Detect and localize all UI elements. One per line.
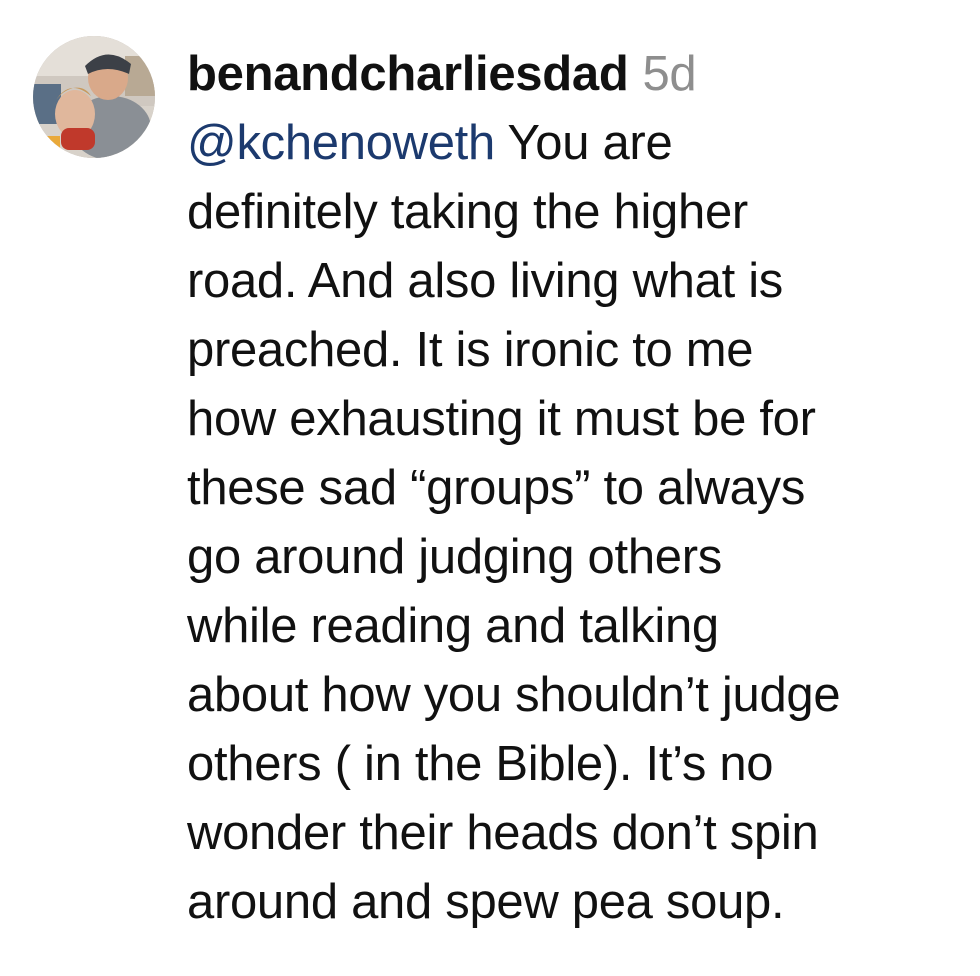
comment-header: benandcharliesdad 5d [187, 40, 967, 109]
comment-body: benandcharliesdad 5d @kchenoweth You are … [187, 40, 967, 937]
comment-text-line: definitely taking the higher [187, 185, 748, 239]
comment-text-line: preached. It is ironic to me [187, 323, 754, 377]
comment-text-line: about how you shouldn’t judge [187, 668, 841, 722]
comment-text-line: these sad “groups” to always [187, 461, 806, 515]
mention-link[interactable]: @kchenoweth [187, 116, 495, 170]
comment-text-line: others ( in the Bible). It’s no [187, 737, 774, 791]
comment-text-line: how exhausting it must be for [187, 392, 816, 446]
comment-text-line: road. And also living what is [187, 254, 783, 308]
avatar-photo [33, 36, 155, 158]
comment: benandcharliesdad 5d @kchenoweth You are … [0, 0, 980, 976]
comment-text-line: wonder their heads don’t spin [187, 806, 819, 860]
comment-text-line: go around judging others [187, 530, 722, 584]
comment-text-segment: You are [494, 116, 673, 170]
username-link[interactable]: benandcharliesdad [187, 47, 629, 101]
comment-text-line: while reading and talking [187, 599, 719, 653]
comment-text-line: @kchenoweth You are [187, 109, 967, 178]
comment-text-line: around and spew pea soup. [187, 875, 785, 929]
avatar[interactable] [33, 36, 155, 158]
comment-timestamp[interactable]: 5d [642, 47, 696, 101]
